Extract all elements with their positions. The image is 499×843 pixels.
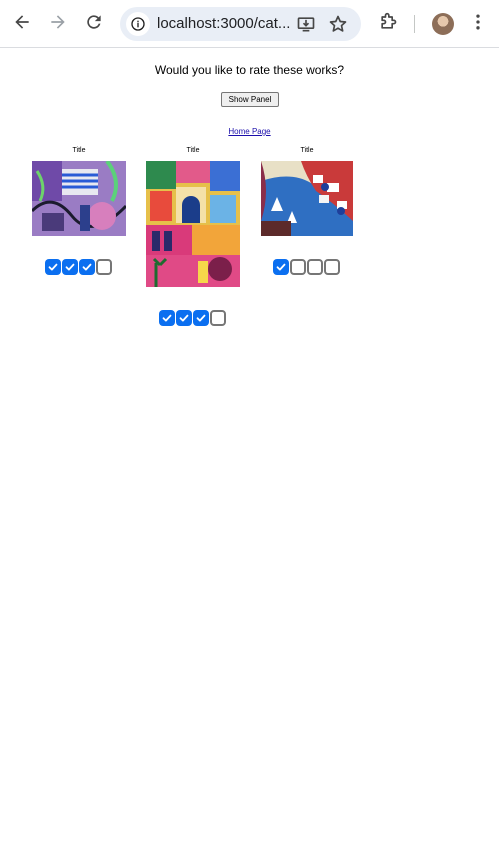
install-app-icon[interactable] [295, 13, 317, 35]
home-link-wrapper: Home Page [0, 127, 499, 136]
profile-avatar[interactable] [432, 13, 454, 35]
address-bar[interactable]: localhost:3000/cat... [120, 7, 361, 41]
rating-checkbox[interactable] [159, 310, 175, 326]
url-text[interactable]: localhost:3000/cat... [157, 15, 290, 32]
reload-icon[interactable] [80, 8, 108, 36]
artwork-image[interactable] [261, 161, 353, 236]
rating-checkbox[interactable] [45, 259, 61, 275]
home-page-link[interactable]: Home Page [228, 127, 270, 136]
forward-arrow-icon[interactable] [44, 8, 72, 36]
site-info-icon[interactable] [126, 12, 150, 36]
rating-checkbox[interactable] [96, 259, 112, 275]
rating-checkbox[interactable] [307, 259, 323, 275]
rating-checkboxes [45, 259, 112, 275]
rating-checkbox[interactable] [79, 259, 95, 275]
artwork-title: Title [72, 147, 86, 154]
rating-checkbox[interactable] [176, 310, 192, 326]
extensions-icon[interactable] [374, 8, 402, 36]
rating-checkbox[interactable] [193, 310, 209, 326]
bookmark-star-icon[interactable] [327, 13, 349, 35]
rating-checkbox[interactable] [62, 259, 78, 275]
rating-checkbox[interactable] [273, 259, 289, 275]
rating-checkbox[interactable] [324, 259, 340, 275]
artwork-title: Title [300, 147, 314, 154]
browser-toolbar: localhost:3000/cat... [0, 0, 499, 48]
back-arrow-icon[interactable] [8, 8, 36, 36]
rating-prompt: Would you like to rate these works? [154, 63, 345, 77]
more-menu-icon[interactable] [464, 8, 492, 36]
rating-checkbox[interactable] [210, 310, 226, 326]
rating-checkboxes [273, 259, 340, 275]
artwork-image[interactable] [146, 161, 240, 287]
artwork-image[interactable] [32, 161, 126, 236]
toolbar-divider [414, 15, 415, 33]
rating-checkboxes [159, 310, 226, 326]
rating-checkbox[interactable] [290, 259, 306, 275]
artwork-title: Title [186, 147, 200, 154]
show-panel-button[interactable]: Show Panel [221, 92, 279, 107]
